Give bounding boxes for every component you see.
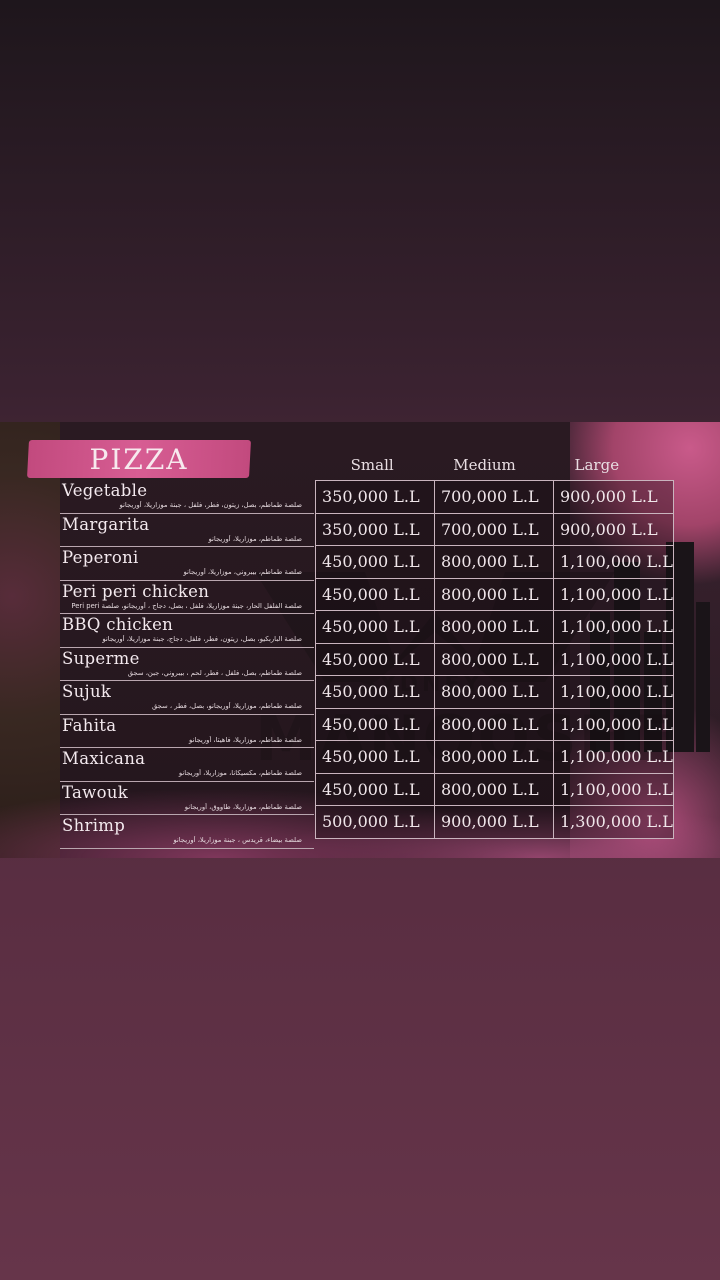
item-description: صلصة طماطم، بصل، فلفل ، فطر، لحم ، بيبرو…	[127, 668, 302, 677]
menu-item: BBQ chicken صلصة الباربكيو، بصل، زيتون، ف…	[60, 614, 314, 648]
price-small: 450,000 L.L	[315, 610, 435, 644]
item-name: Sujuk	[62, 682, 112, 701]
price-small: 450,000 L.L	[315, 772, 435, 806]
item-name: Tawouk	[62, 782, 129, 802]
price-large: 1,100,000 L.L	[553, 740, 674, 774]
item-description: صلصة طماطم، موزاريلا، أوريجانو، بصل، فطر…	[151, 702, 302, 710]
price-row: 450,000 L.L 800,000 L.L 1,100,000 L.L	[315, 707, 674, 741]
menu-item: Tawouk صلصة طماطم، موزاريلا، طاووق، أوريج…	[60, 782, 314, 815]
item-name: BBQ chicken	[62, 615, 174, 634]
price-large: 1,100,000 L.L	[553, 577, 674, 611]
price-large: 900,000 L.L	[553, 512, 674, 546]
header-small: Small	[350, 456, 394, 474]
price-table: 350,000 L.L 700,000 L.L 900,000 L.L 350,000…	[315, 480, 674, 839]
price-large: 1,300,000 L.L	[553, 805, 674, 839]
item-name: Superme	[62, 648, 140, 668]
menu-item: Fahita صلصة طماطم، موزاريلا، فاهيتا، أوري…	[60, 715, 314, 748]
price-small: 350,000 L.L	[315, 512, 435, 546]
item-description: صلصة طماطم، بيبروني، موزاريلا، أوريجانو	[183, 568, 302, 576]
item-name: Peri peri chicken	[62, 581, 210, 601]
menu-item: Maxicana صلصة طماطم، مكسيكانا، موزاريلا، …	[60, 748, 314, 782]
price-row: 450,000 L.L 800,000 L.L 1,100,000 L.L	[315, 545, 674, 579]
price-row: 350,000 L.L 700,000 L.L 900,000 L.L	[315, 480, 674, 514]
price-large: 1,100,000 L.L	[553, 675, 674, 709]
menu-item: Vegetable صلصة طماطم، بصل، زيتون، فطر، فل…	[60, 480, 314, 514]
item-description: صلصة الفلفل الحار، جبنة موزاريلا، فلفل ،…	[71, 601, 302, 610]
menu-item: Peperoni صلصة طماطم، بيبروني، موزاريلا، أ…	[60, 547, 314, 581]
price-small: 450,000 L.L	[315, 675, 435, 709]
price-small: 450,000 L.L	[315, 707, 435, 741]
item-description: صلصة طماطم، بصل، زيتون، فطر، فلفل ، جبنة…	[119, 501, 302, 509]
price-small: 500,000 L.L	[315, 805, 435, 839]
item-description: صلصة طماطم، موزاريلا، فاهيتا، أوريجانو	[189, 735, 302, 744]
price-large: 900,000 L.L	[553, 480, 674, 514]
header-large: Large	[574, 456, 620, 474]
price-row: 450,000 L.L 800,000 L.L 1,100,000 L.L	[315, 740, 674, 774]
price-row: 450,000 L.L 800,000 L.L 1,100,000 L.L	[315, 642, 674, 676]
item-name: Vegetable	[62, 481, 148, 500]
item-name: Maxicana	[62, 749, 146, 768]
price-medium: 800,000 L.L	[434, 577, 554, 611]
price-row: 350,000 L.L 700,000 L.L 900,000 L.L	[315, 512, 674, 546]
price-large: 1,100,000 L.L	[553, 642, 674, 676]
item-description: صلصة بيضاء، قريدس ، جبنة موزاريلا، أوريج…	[173, 836, 302, 844]
price-medium: 800,000 L.L	[434, 772, 554, 806]
price-large: 1,100,000 L.L	[553, 545, 674, 579]
header-medium: Medium	[453, 456, 516, 474]
menu-item: Superme صلصة طماطم، بصل، فلفل ، فطر، لحم …	[60, 648, 314, 681]
menu-item: Sujuk صلصة طماطم، موزاريلا، أوريجانو، بصل…	[60, 681, 314, 715]
price-small: 450,000 L.L	[315, 577, 435, 611]
menu-title: PIZZA	[89, 443, 189, 476]
item-name: Margarita	[62, 514, 150, 534]
pizza-menu-image: SYDNEY MANOOSHE PIZZA Small Medium Large…	[0, 422, 720, 858]
price-row: 450,000 L.L 800,000 L.L 1,100,000 L.L	[315, 772, 674, 806]
item-list: Vegetable صلصة طماطم، بصل، زيتون، فطر، فل…	[60, 480, 314, 849]
item-name: Fahita	[62, 715, 117, 735]
price-medium: 800,000 L.L	[434, 642, 554, 676]
size-headers: Small Medium Large	[316, 456, 653, 476]
item-description: صلصة طماطم، مكسيكانا، موزاريلا، أوريجانو	[178, 769, 302, 777]
item-description: صلصة طماطم، موزاريلا، طاووق، أوريجانو	[184, 802, 302, 811]
price-row: 500,000 L.L 900,000 L.L 1,300,000 L.L	[315, 805, 674, 839]
price-medium: 700,000 L.L	[434, 512, 554, 546]
menu-item: Peri peri chicken صلصة الفلفل الحار، جبنة…	[60, 581, 314, 614]
price-medium: 800,000 L.L	[434, 675, 554, 709]
price-row: 450,000 L.L 800,000 L.L 1,100,000 L.L	[315, 610, 674, 644]
price-medium: 900,000 L.L	[434, 805, 554, 839]
menu-item: Shrimp صلصة بيضاء، قريدس ، جبنة موزاريلا،…	[60, 815, 314, 849]
price-medium: 800,000 L.L	[434, 545, 554, 579]
price-large: 1,100,000 L.L	[553, 772, 674, 806]
price-small: 450,000 L.L	[315, 545, 435, 579]
item-description: صلصة طماطم، موزاريلا، أوريجانو	[208, 534, 302, 543]
price-row: 450,000 L.L 800,000 L.L 1,100,000 L.L	[315, 675, 674, 709]
price-medium: 800,000 L.L	[434, 740, 554, 774]
item-name: Peperoni	[62, 548, 139, 567]
item-description: صلصة الباربكيو، بصل، زيتون، فطر، فلفل، د…	[102, 635, 302, 643]
item-name: Shrimp	[62, 816, 126, 835]
price-small: 450,000 L.L	[315, 642, 435, 676]
price-small: 350,000 L.L	[315, 480, 435, 514]
menu-item: Margarita صلصة طماطم، موزاريلا، أوريجانو	[60, 514, 314, 547]
price-large: 1,100,000 L.L	[553, 707, 674, 741]
price-large: 1,100,000 L.L	[553, 610, 674, 644]
price-row: 450,000 L.L 800,000 L.L 1,100,000 L.L	[315, 577, 674, 611]
price-medium: 800,000 L.L	[434, 610, 554, 644]
price-small: 450,000 L.L	[315, 740, 435, 774]
price-medium: 800,000 L.L	[434, 707, 554, 741]
price-medium: 700,000 L.L	[434, 480, 554, 514]
